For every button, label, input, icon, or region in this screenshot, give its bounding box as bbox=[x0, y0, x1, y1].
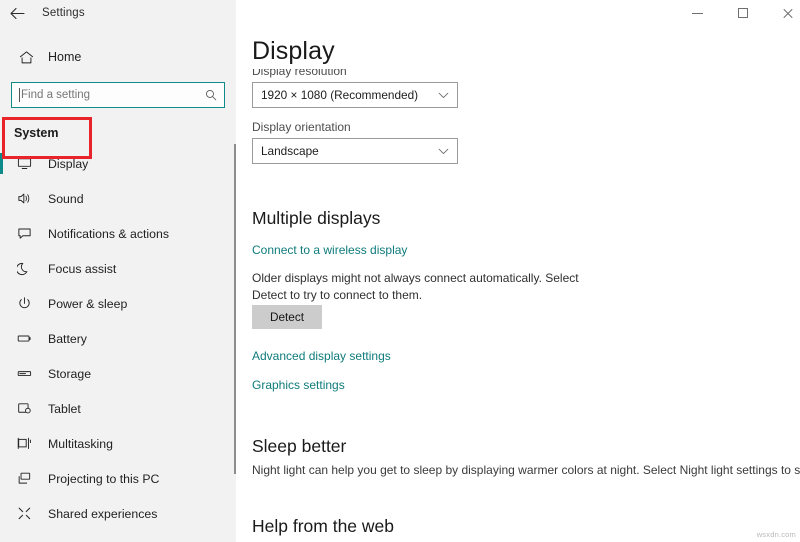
connect-wireless-display-link[interactable]: Connect to a wireless display bbox=[252, 243, 407, 257]
sidebar-item-display[interactable]: Display bbox=[0, 146, 236, 181]
minimize-icon bbox=[692, 13, 703, 14]
sidebar-item-label-power-sleep: Power & sleep bbox=[48, 297, 127, 311]
back-arrow-icon[interactable] bbox=[0, 0, 34, 26]
sidebar-item-tablet[interactable]: Tablet bbox=[0, 391, 236, 426]
sidebar-item-power-sleep[interactable]: Power & sleep bbox=[0, 286, 236, 321]
home-icon bbox=[14, 50, 38, 65]
maximize-icon bbox=[738, 8, 748, 18]
graphics-settings-link[interactable]: Graphics settings bbox=[252, 378, 345, 392]
sleep-better-description: Night light can help you get to sleep by… bbox=[252, 462, 797, 479]
sidebar-item-label-sound: Sound bbox=[48, 192, 84, 206]
close-icon bbox=[782, 8, 793, 19]
sidebar-item-label-shared-experiences: Shared experiences bbox=[48, 507, 157, 521]
sidebar-item-storage[interactable]: Storage bbox=[0, 356, 236, 391]
app-title: Settings bbox=[42, 7, 85, 19]
sidebar-item-shared-experiences[interactable]: Shared experiences bbox=[0, 496, 236, 531]
detect-button[interactable]: Detect bbox=[252, 305, 322, 329]
sidebar-item-sound[interactable]: Sound bbox=[0, 181, 236, 216]
share-icon bbox=[14, 506, 34, 521]
speaker-icon bbox=[14, 191, 34, 206]
display-orientation-dropdown[interactable]: Landscape bbox=[252, 138, 458, 164]
watermark: wsxdn.com bbox=[757, 530, 796, 539]
sidebar-item-multitasking[interactable]: Multitasking bbox=[0, 426, 236, 461]
multitasking-icon bbox=[14, 436, 34, 451]
display-resolution-dropdown[interactable]: 1920 × 1080 (Recommended) bbox=[252, 82, 458, 108]
notification-icon bbox=[14, 226, 34, 241]
display-resolution-value: 1920 × 1080 (Recommended) bbox=[261, 88, 438, 102]
sidebar-nav-list: Display Sound Notifications & actio bbox=[0, 146, 236, 531]
advanced-display-settings-link[interactable]: Advanced display settings bbox=[252, 349, 391, 363]
multiple-displays-description: Older displays might not always connect … bbox=[252, 270, 592, 304]
moon-icon bbox=[14, 261, 34, 276]
sidebar-item-projecting[interactable]: Projecting to this PC bbox=[0, 461, 236, 496]
projecting-icon bbox=[14, 471, 34, 486]
close-button[interactable] bbox=[765, 0, 800, 26]
search-box[interactable] bbox=[11, 82, 225, 108]
sidebar-item-label-multitasking: Multitasking bbox=[48, 437, 113, 451]
sidebar-item-label-projecting: Projecting to this PC bbox=[48, 472, 159, 486]
sidebar: Home System Display bbox=[0, 26, 236, 542]
sidebar-item-label-focus-assist: Focus assist bbox=[48, 262, 116, 276]
chevron-down-icon bbox=[438, 92, 449, 99]
title-bar: Settings bbox=[0, 0, 800, 26]
page-title: Display bbox=[252, 37, 335, 66]
minimize-button[interactable] bbox=[675, 0, 720, 26]
settings-window: Settings Home bbox=[0, 0, 800, 542]
sidebar-item-label-notifications: Notifications & actions bbox=[48, 227, 169, 241]
monitor-icon bbox=[14, 156, 34, 171]
sidebar-item-notifications[interactable]: Notifications & actions bbox=[0, 216, 236, 251]
sidebar-item-home[interactable]: Home bbox=[0, 41, 236, 73]
sidebar-section-label: System bbox=[0, 126, 236, 140]
sidebar-item-focus-assist[interactable]: Focus assist bbox=[0, 251, 236, 286]
display-orientation-label: Display orientation bbox=[252, 120, 351, 134]
sidebar-item-battery[interactable]: Battery bbox=[0, 321, 236, 356]
power-icon bbox=[14, 296, 34, 311]
sidebar-scrollbar[interactable] bbox=[234, 144, 236, 474]
sidebar-item-label-tablet: Tablet bbox=[48, 402, 81, 416]
sidebar-item-label-display: Display bbox=[48, 157, 88, 171]
window-controls bbox=[675, 0, 800, 26]
multiple-displays-heading: Multiple displays bbox=[252, 208, 380, 229]
battery-icon bbox=[14, 331, 34, 346]
search-icon[interactable] bbox=[205, 89, 217, 101]
search-input[interactable] bbox=[12, 83, 224, 107]
tablet-icon bbox=[14, 401, 34, 416]
search-caret bbox=[19, 88, 20, 102]
sleep-better-heading: Sleep better bbox=[252, 436, 346, 457]
sidebar-item-label-battery: Battery bbox=[48, 332, 87, 346]
maximize-button[interactable] bbox=[720, 0, 765, 26]
storage-icon bbox=[14, 366, 34, 381]
sidebar-item-label-storage: Storage bbox=[48, 367, 91, 381]
main-content: Display resolution 1920 × 1080 (Recommen… bbox=[236, 26, 800, 542]
sidebar-item-label-home: Home bbox=[48, 50, 81, 64]
help-from-web-heading: Help from the web bbox=[252, 516, 394, 537]
display-orientation-value: Landscape bbox=[261, 144, 438, 158]
title-bar-left: Settings bbox=[0, 0, 236, 26]
chevron-down-icon bbox=[438, 148, 449, 155]
